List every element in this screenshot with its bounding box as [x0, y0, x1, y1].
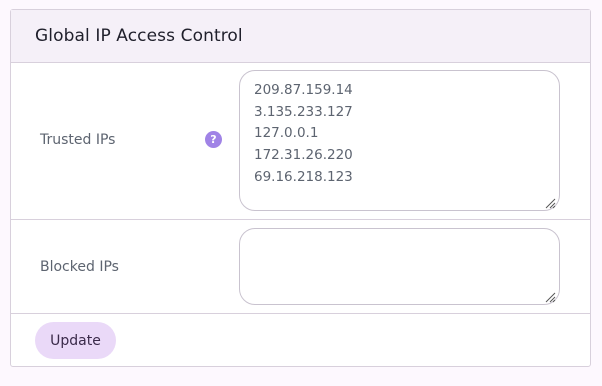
question-mark-icon[interactable]: ? — [205, 131, 222, 148]
card-footer: Update — [11, 314, 590, 367]
resize-handle-icon[interactable] — [544, 291, 556, 303]
trusted-ips-textarea[interactable]: 209.87.159.14 3.135.233.127 127.0.0.1 17… — [239, 70, 560, 211]
card-header: Global IP Access Control — [11, 10, 590, 63]
resize-handle-icon[interactable] — [544, 197, 556, 209]
trusted-ips-label: Trusted IPs — [40, 132, 116, 148]
ip-access-card: Global IP Access Control Trusted IPs ? 2… — [10, 9, 591, 367]
blocked-ips-label: Blocked IPs — [40, 259, 119, 275]
update-button[interactable]: Update — [35, 322, 116, 359]
blocked-ips-row: Blocked IPs — [11, 220, 590, 314]
blocked-ips-textarea[interactable] — [239, 228, 560, 305]
card-title: Global IP Access Control — [35, 26, 243, 46]
trusted-ips-row: Trusted IPs ? 209.87.159.14 3.135.233.12… — [11, 63, 590, 220]
